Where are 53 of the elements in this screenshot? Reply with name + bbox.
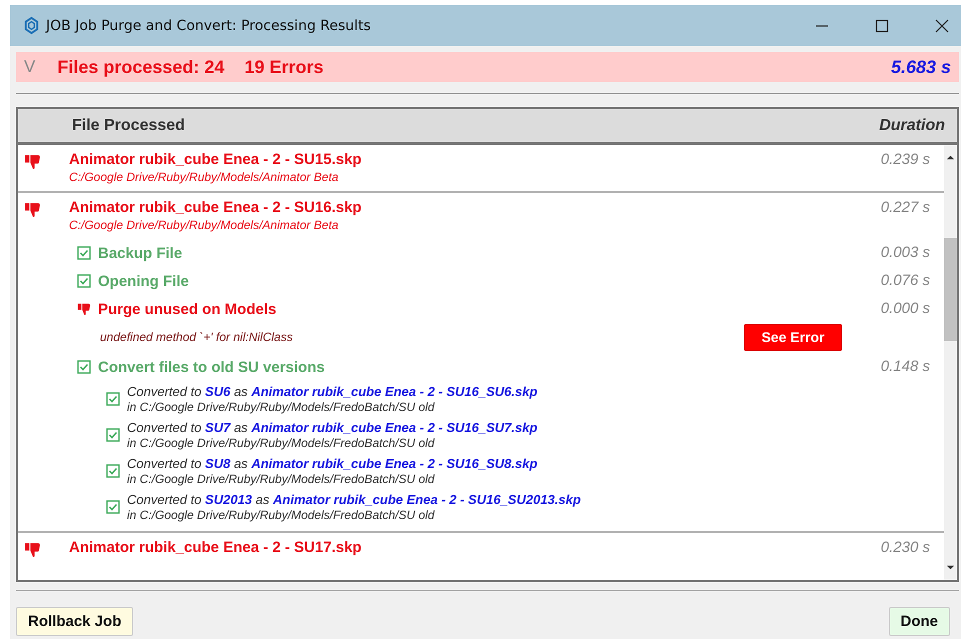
total-duration: 5.683 s bbox=[890, 56, 951, 78]
step-label: Purge unused on Models bbox=[98, 300, 276, 318]
file-path: C:/Google Drive/Ruby/Ruby/Models/Animator Beta bbox=[69, 169, 340, 185]
checkbox-icon bbox=[77, 360, 91, 374]
file-path: C:/Google Drive/Ruby/Ruby/Models/Animator Beta bbox=[69, 217, 340, 233]
duration: 0.230 s bbox=[880, 539, 930, 557]
duration: 0.148 s bbox=[880, 358, 930, 376]
rollback-job-button[interactable]: Rollback Job bbox=[16, 607, 134, 636]
file-name[interactable]: Animator rubik_cube Enea - 2 - SU16.skp bbox=[69, 199, 362, 217]
duration: 0.076 s bbox=[880, 272, 930, 290]
conversion-text: Converted to SU8 as Animator rubik_cube Enea - 2 - SU16_SU8.skp bbox=[127, 456, 538, 472]
files-processed-count: Files processed: 24 bbox=[57, 56, 224, 78]
app-logo-icon bbox=[22, 16, 41, 35]
scrollbar-thumb[interactable] bbox=[944, 238, 957, 341]
scroll-up-icon[interactable] bbox=[946, 153, 955, 162]
conversion-folder: in C:/Google Drive/Ruby/Ruby/Models/FredoBatch/SU old bbox=[127, 436, 436, 450]
duration: 0.003 s bbox=[880, 244, 930, 262]
see-error-button[interactable]: See Error bbox=[744, 324, 842, 350]
file-name[interactable]: Animator rubik_cube Enea - 2 - SU15.skp bbox=[69, 151, 362, 169]
scrollbar[interactable] bbox=[944, 145, 957, 580]
checkbox-icon bbox=[106, 392, 120, 406]
step-label: Opening File bbox=[98, 272, 189, 290]
scroll-down-icon[interactable] bbox=[946, 563, 955, 572]
done-button[interactable]: Done bbox=[888, 607, 950, 636]
thumbs-down-icon bbox=[24, 153, 41, 170]
checkbox-icon bbox=[106, 428, 120, 442]
checkbox-icon bbox=[77, 274, 91, 288]
error-count: 19 Errors bbox=[244, 56, 324, 78]
window-title: JOB Job Purge and Convert: Processing Results bbox=[46, 18, 371, 34]
conversion-folder: in C:/Google Drive/Ruby/Ruby/Models/FredoBatch/SU old bbox=[127, 508, 436, 522]
thumbs-down-icon bbox=[24, 541, 41, 558]
checkbox-icon bbox=[77, 246, 91, 260]
checkbox-icon bbox=[106, 464, 120, 478]
step-label: Backup File bbox=[98, 244, 182, 262]
column-header: Duration bbox=[879, 116, 945, 134]
maximize-icon[interactable] bbox=[875, 18, 889, 32]
conversion-folder: in C:/Google Drive/Ruby/Ruby/Models/FredoBatch/SU old bbox=[127, 472, 436, 486]
duration: 0.227 s bbox=[880, 199, 930, 217]
column-header: File Processed bbox=[72, 116, 185, 134]
file-name[interactable]: Animator rubik_cube Enea - 2 - SU17.skp bbox=[69, 539, 362, 557]
duration: 0.000 s bbox=[880, 300, 930, 318]
duration: 0.239 s bbox=[880, 151, 930, 169]
checkbox-icon bbox=[106, 500, 120, 514]
conversion-text: Converted to SU6 as Animator rubik_cube Enea - 2 - SU16_SU6.skp bbox=[127, 384, 538, 400]
error-message: undefined method `+' for nil:NilClass bbox=[100, 330, 293, 344]
step-label: Convert files to old SU versions bbox=[98, 358, 325, 376]
thumbs-down-icon bbox=[24, 201, 41, 218]
collapse-toggle[interactable]: V bbox=[24, 57, 36, 77]
thumbs-down-icon bbox=[77, 302, 91, 316]
conversion-text: Converted to SU2013 as Animator rubik_cube Enea - 2 - SU16_SU2013.skp bbox=[127, 492, 581, 508]
close-icon[interactable] bbox=[935, 18, 949, 32]
conversion-text: Converted to SU7 as Animator rubik_cube Enea - 2 - SU16_SU7.skp bbox=[127, 420, 538, 436]
conversion-folder: in C:/Google Drive/Ruby/Ruby/Models/FredoBatch/SU old bbox=[127, 400, 436, 414]
